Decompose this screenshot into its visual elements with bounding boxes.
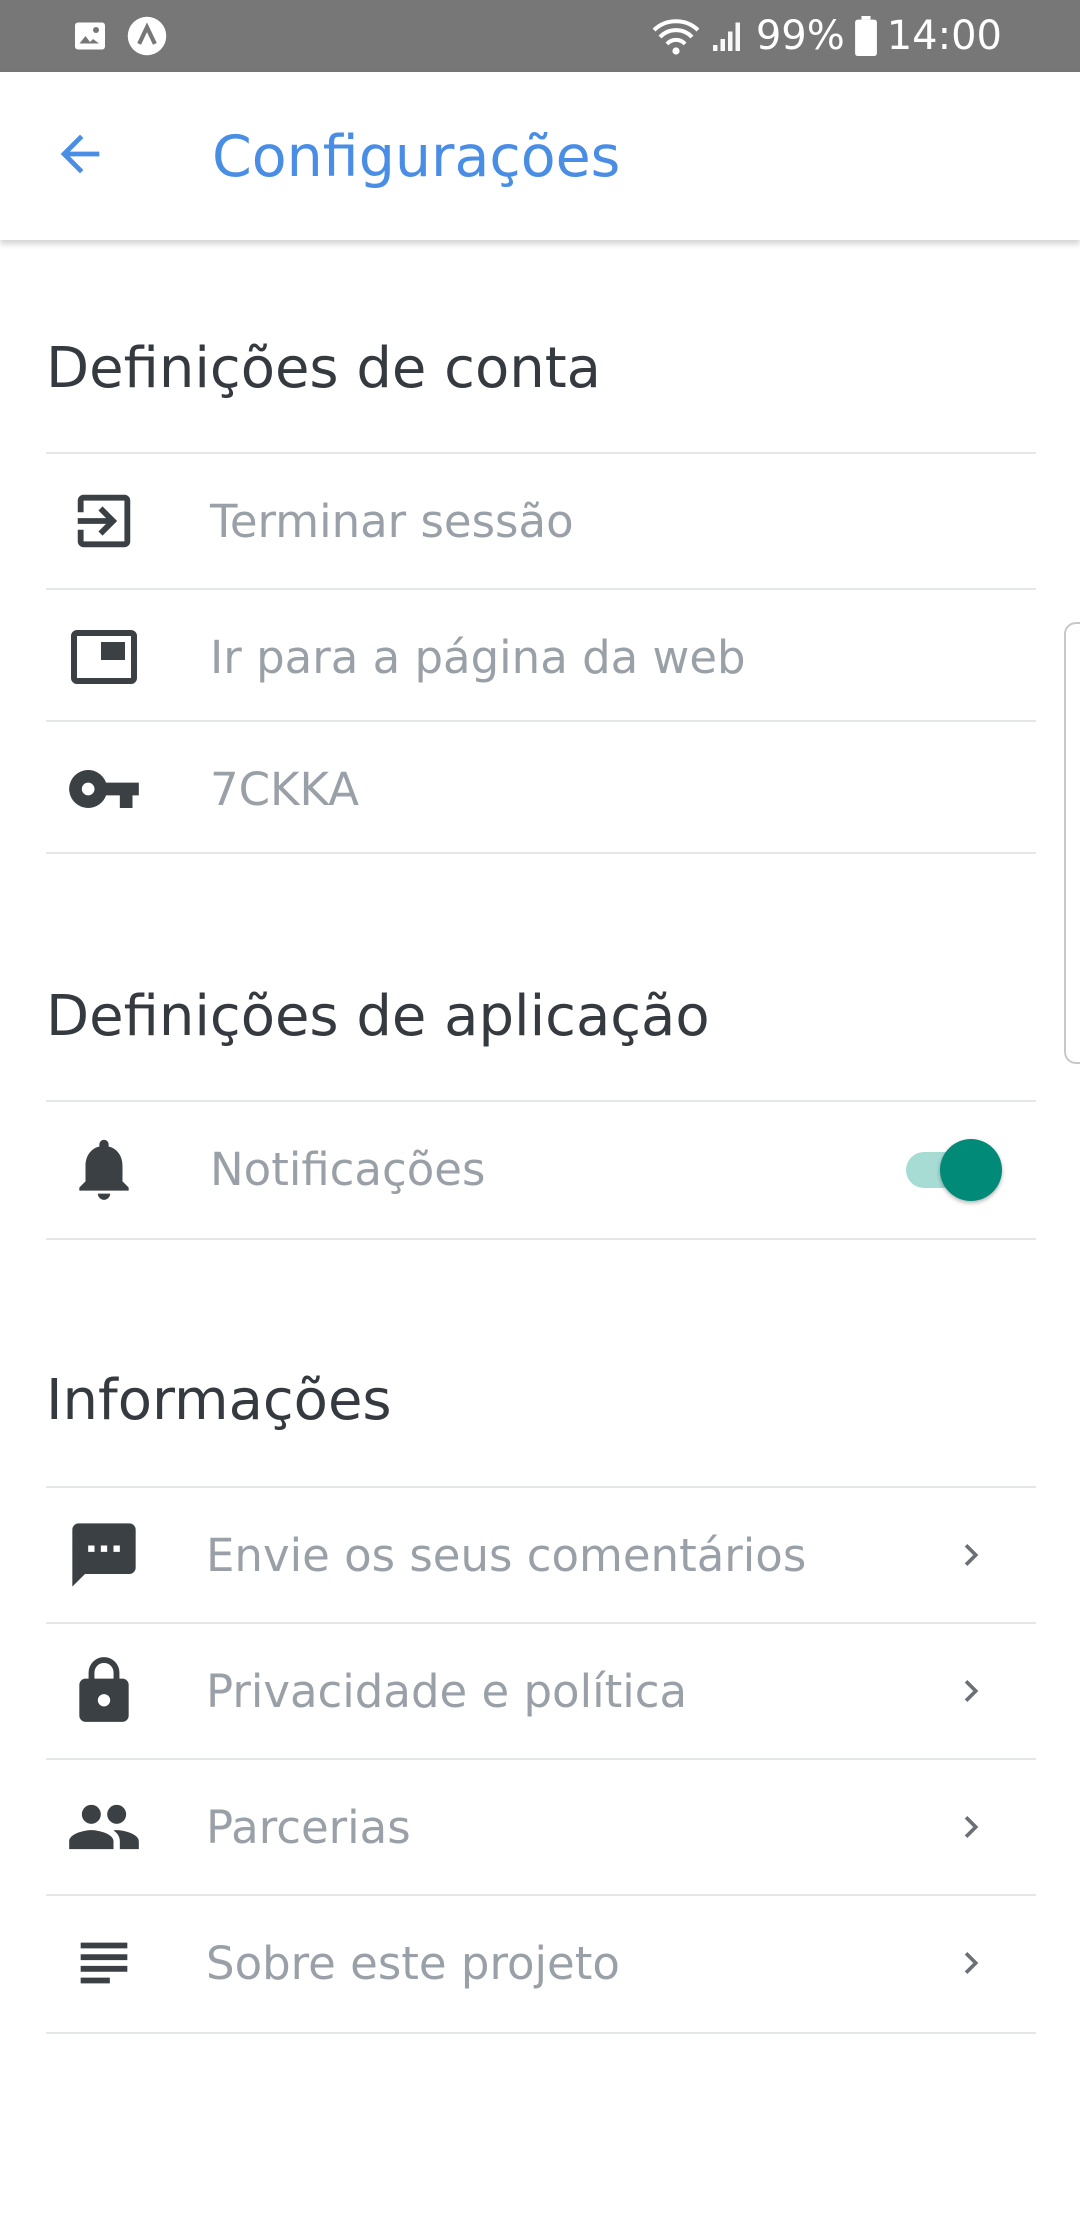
logout-row[interactable]: Terminar sessão [46,454,1036,588]
back-button[interactable] [40,116,120,196]
feedback-icon [66,1517,142,1593]
chevron-right-icon [946,1661,996,1721]
about-label: Sobre este projeto [206,1936,620,1990]
battery-percent: 99% [755,13,845,59]
chevron-right-icon [946,1525,996,1585]
section-title-account: Definições de conta [46,336,601,401]
clock: 14:00 [886,13,1002,59]
status-right: 99% 14:00 [652,13,1002,59]
toggle-knob [940,1139,1002,1201]
privacy-row[interactable]: Privacidade e política [46,1624,1036,1758]
web-page-icon [66,619,142,695]
status-bar: 99% 14:00 [0,0,1080,72]
app-bar: Configurações [0,72,1080,240]
logout-icon [66,483,142,559]
chevron-right-icon [946,1933,996,1993]
web-page-label: Ir para a página da web [210,630,746,684]
app-notification-icon [126,15,168,57]
divider [46,1238,1036,1240]
page-title: Configurações [212,124,621,190]
divider [46,2032,1036,2034]
partnerships-label: Parcerias [206,1800,411,1854]
arrow-left-icon [51,125,109,188]
status-left [72,15,168,57]
bell-icon [66,1131,142,1207]
lock-icon [66,1653,142,1729]
chevron-right-icon [946,1797,996,1857]
people-icon [66,1789,142,1865]
about-row[interactable]: Sobre este projeto [46,1896,1036,2030]
battery-icon [854,16,877,56]
notifications-row[interactable]: Notificações [46,1102,1036,1236]
wifi-icon [652,16,700,56]
logout-label: Terminar sessão [210,494,574,548]
key-row[interactable]: 7CKKA [46,722,1036,856]
notes-icon [66,1925,142,2001]
edge-panel-handle[interactable] [1064,622,1080,1064]
web-page-row[interactable]: Ir para a página da web [46,590,1036,724]
notifications-label: Notificações [210,1142,486,1196]
gallery-icon [72,18,108,54]
privacy-label: Privacidade e política [206,1664,688,1718]
section-title-application: Definições de aplicação [46,984,710,1049]
section-title-info: Informações [46,1368,392,1433]
divider [46,852,1036,854]
partnerships-row[interactable]: Parcerias [46,1760,1036,1894]
feedback-row[interactable]: Envie os seus comentários [46,1488,1036,1622]
key-icon [66,751,142,827]
key-label: 7CKKA [210,762,360,816]
signal-icon [710,18,746,54]
feedback-label: Envie os seus comentários [206,1528,807,1582]
notifications-toggle[interactable] [902,1139,1002,1201]
